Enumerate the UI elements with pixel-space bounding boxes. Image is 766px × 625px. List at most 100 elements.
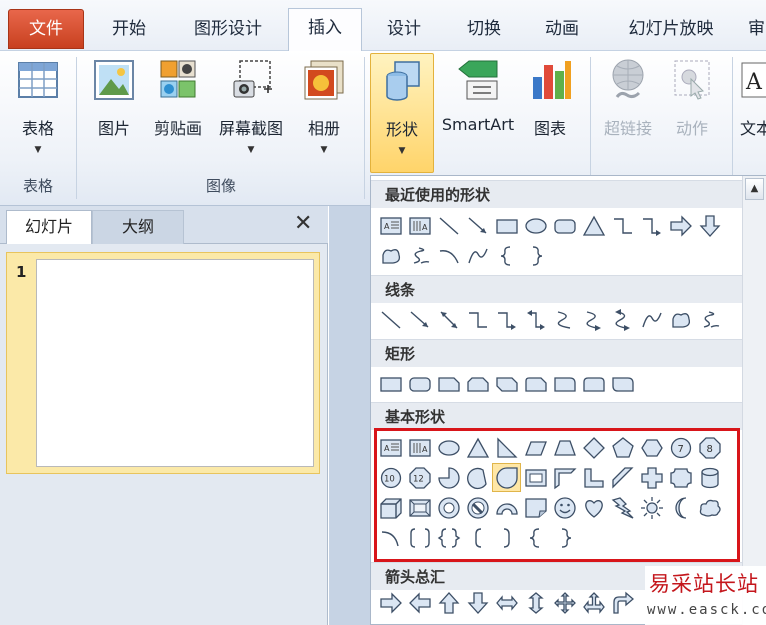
shape-arrowline-icon[interactable] — [406, 306, 433, 333]
shape-lbrace-icon[interactable] — [493, 242, 520, 269]
chevron-down-icon: ▼ — [34, 145, 42, 155]
group-label-images: 图像 — [205, 177, 236, 195]
shape-curve-icon[interactable] — [464, 242, 491, 269]
slide-thumbnail-item[interactable]: 1 — [6, 252, 320, 474]
ribbon-tabs: 文件 开始 图形设计 插入 设计 切换 动画 幻灯片放映 审 — [0, 0, 766, 51]
shape-line-icon[interactable] — [377, 306, 404, 333]
shape-curvedconn-icon[interactable] — [551, 306, 578, 333]
shape-leftarrow-icon[interactable] — [406, 589, 433, 616]
shape-dblarrow-icon[interactable] — [435, 306, 462, 333]
shape-arc-icon[interactable] — [435, 242, 462, 269]
shape-downarrow-icon[interactable] — [696, 212, 723, 239]
shape-elbowarrow-icon[interactable] — [493, 306, 520, 333]
close-icon[interactable]: ✕ — [294, 212, 312, 236]
shape-rect-icon[interactable] — [377, 370, 404, 397]
tab-slideshow[interactable]: 幻灯片放映 — [606, 10, 736, 51]
shape-snip2-icon[interactable] — [464, 370, 491, 397]
shape-elbow-icon[interactable] — [464, 306, 491, 333]
group-divider — [364, 57, 365, 199]
section-rectangles: 矩形 — [371, 339, 743, 367]
shape-rect-icon[interactable] — [493, 212, 520, 239]
shape-rrect-icon[interactable] — [406, 370, 433, 397]
shape-rightarrow-icon[interactable] — [377, 589, 404, 616]
screenshot-button[interactable]: 屏幕截图 ▼ — [212, 57, 290, 155]
shapes-label: 形状 — [385, 120, 418, 139]
shape-scribble-icon[interactable] — [696, 306, 723, 333]
action-button[interactable]: 动作 — [662, 57, 722, 139]
clipart-button[interactable]: 剪贴画 — [148, 57, 208, 139]
action-label: 动作 — [675, 119, 708, 138]
shape-bentarrow-icon[interactable] — [609, 589, 636, 616]
screenshot-icon — [228, 57, 274, 103]
clipart-icon — [155, 57, 201, 103]
shape-rnd1-icon[interactable] — [551, 370, 578, 397]
smartart-button[interactable]: SmartArt — [436, 57, 520, 134]
tab-home[interactable]: 开始 — [92, 10, 166, 51]
shape-elbowarrow-icon[interactable] — [638, 212, 665, 239]
shapes-button[interactable]: 形状 ▼ — [370, 53, 434, 173]
photo-album-icon — [301, 57, 347, 103]
hyperlink-button[interactable]: 超链接 — [598, 57, 658, 139]
basic-shapes-highlight-box — [374, 428, 740, 562]
tab-outline[interactable]: 大纲 — [92, 210, 184, 244]
tab-review[interactable]: 审 — [748, 10, 766, 51]
shape-rnddiag-icon[interactable] — [609, 370, 636, 397]
svg-text:A: A — [384, 222, 390, 231]
table-button[interactable]: 表格 ▼ — [10, 57, 66, 155]
shape-uparrow-icon[interactable] — [435, 589, 462, 616]
shape-snipdiag-icon[interactable] — [493, 370, 520, 397]
shape-lrup-icon[interactable] — [580, 589, 607, 616]
shape-curvedarrow-icon[interactable] — [580, 306, 607, 333]
shape-oval-icon[interactable] — [522, 212, 549, 239]
shape-rrect-icon[interactable] — [551, 212, 578, 239]
shape-row — [377, 589, 636, 616]
chart-button[interactable]: 图表 — [522, 57, 578, 139]
shape-row — [377, 242, 549, 269]
shape-elbow-icon[interactable] — [609, 212, 636, 239]
table-icon — [15, 57, 61, 103]
clipart-label: 剪贴画 — [153, 119, 202, 138]
shape-snip1-icon[interactable] — [435, 370, 462, 397]
tab-file[interactable]: 文件 — [8, 9, 84, 49]
shape-vtextbox-icon[interactable]: A — [406, 212, 433, 239]
shape-row — [377, 306, 723, 333]
shape-downarrow2-icon[interactable] — [464, 589, 491, 616]
shape-freeform-icon[interactable] — [377, 242, 404, 269]
shape-curve-icon[interactable] — [638, 306, 665, 333]
shape-rnd2-icon[interactable] — [580, 370, 607, 397]
tab-shape-design[interactable]: 图形设计 — [176, 10, 280, 51]
hyperlink-globe-icon — [605, 57, 651, 103]
shape-line-icon[interactable] — [435, 212, 462, 239]
scroll-up-arrow-icon[interactable]: ▲ — [745, 178, 764, 200]
screenshot-label: 屏幕截图 — [218, 119, 283, 138]
shape-sniprnd-icon[interactable] — [522, 370, 549, 397]
shape-arrowline-icon[interactable] — [464, 212, 491, 239]
table-label: 表格 — [21, 119, 54, 138]
shape-quadarrow-icon[interactable] — [551, 589, 578, 616]
shape-scribble-icon[interactable] — [406, 242, 433, 269]
tab-design[interactable]: 设计 — [368, 10, 440, 51]
tab-animations[interactable]: 动画 — [526, 10, 598, 51]
section-basic-shapes: 基本形状 — [371, 402, 743, 430]
shape-curveddbl-icon[interactable] — [609, 306, 636, 333]
shape-udarrow-icon[interactable] — [522, 589, 549, 616]
photo-album-button[interactable]: 相册 ▼ — [296, 57, 352, 155]
bar-chart-icon — [527, 57, 573, 103]
section-recent-shapes: 最近使用的形状 — [371, 180, 743, 208]
shape-triangle-icon[interactable] — [580, 212, 607, 239]
tab-transitions[interactable]: 切换 — [448, 10, 520, 51]
shape-textbox-icon[interactable]: A — [377, 212, 404, 239]
shape-lrarrow-icon[interactable] — [493, 589, 520, 616]
shape-rightarrow-icon[interactable] — [667, 212, 694, 239]
gallery-scrollbar[interactable]: ▲ — [742, 176, 766, 625]
shape-row: AA — [377, 212, 723, 239]
svg-text:A: A — [422, 223, 428, 232]
picture-button[interactable]: 图片 — [86, 57, 142, 139]
slide-thumbnail[interactable] — [36, 259, 314, 467]
shape-rbrace-icon[interactable] — [522, 242, 549, 269]
tab-insert[interactable]: 插入 — [288, 8, 362, 51]
tab-slides[interactable]: 幻灯片 — [6, 210, 92, 244]
textbox-button[interactable]: A 文本 — [740, 57, 766, 139]
shape-elbowdbl-icon[interactable] — [522, 306, 549, 333]
shape-freeform-icon[interactable] — [667, 306, 694, 333]
